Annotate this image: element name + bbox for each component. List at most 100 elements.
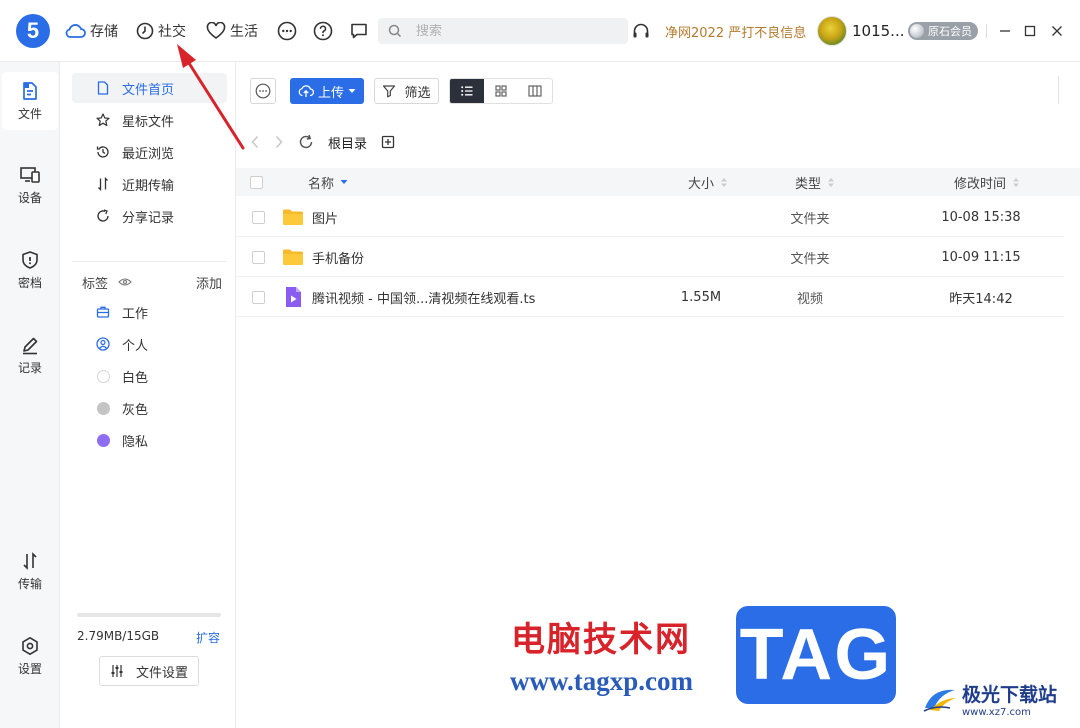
sidebar-item-recent[interactable]: 最近浏览 [72, 137, 227, 167]
maximize-button[interactable] [1018, 19, 1042, 43]
filter-label: 筛选 [404, 85, 431, 101]
tag-item-white[interactable]: 白色 [72, 361, 227, 391]
tag-item-private-label: 隐私 [122, 434, 149, 450]
rail-item-devices[interactable]: 设备 [0, 156, 60, 214]
file-name[interactable]: 图片 [312, 208, 338, 227]
sort-desc-icon [340, 180, 348, 184]
search-icon [388, 24, 402, 38]
header-name[interactable]: 名称 [308, 168, 348, 196]
search-input[interactable] [416, 23, 606, 39]
row-checkbox[interactable] [252, 210, 265, 224]
column-view-button[interactable] [518, 79, 552, 103]
tags-title: 标签 [82, 276, 109, 292]
search-box[interactable] [378, 18, 628, 44]
header-type[interactable]: 类型 [795, 168, 835, 196]
vip-badge[interactable]: 原石会员 [908, 22, 978, 40]
nav-social-label: 社交 [158, 24, 186, 40]
header-modified-label: 修改时间 [954, 176, 1007, 192]
upload-button[interactable]: 上传 [290, 78, 364, 104]
nav-life[interactable]: 生活 [206, 19, 258, 43]
username[interactable]: 1015... [852, 22, 904, 40]
vip-gem-icon [910, 24, 924, 38]
cloud-icon [65, 24, 86, 38]
tag-item-work-label: 工作 [122, 306, 149, 322]
storage-progress [77, 613, 221, 617]
file-type: 视频 [796, 291, 823, 307]
header-size[interactable]: 大小 [688, 168, 728, 196]
folder-icon [283, 209, 303, 225]
sort-icon [1013, 177, 1020, 187]
document-icon [97, 81, 109, 95]
upload-label: 上传 [317, 85, 344, 101]
sidebar-item-shares[interactable]: 分享记录 [72, 201, 227, 231]
forward-arrow-icon[interactable] [274, 135, 284, 149]
new-folder-icon[interactable] [381, 135, 395, 149]
sidebar-divider [72, 261, 227, 262]
refresh-icon[interactable] [298, 134, 314, 150]
tag-item-white-label: 白色 [122, 370, 149, 386]
table-row[interactable]: 图片 文件夹 10-08 15:38 [236, 197, 1064, 237]
gray-dot-icon [96, 401, 110, 415]
title-bar: 5 存储 社交 生活 净网2022 严打不良信息 1015... 原石会员 [0, 0, 1080, 62]
sidebar-item-home[interactable]: 文件首页 [72, 73, 227, 103]
rail-item-transfer[interactable]: 传输 [0, 542, 60, 600]
sliders-icon [111, 665, 123, 677]
file-name[interactable]: 腾讯视频 - 中国领...清视频在线观看.ts [312, 288, 535, 307]
avatar[interactable] [817, 16, 847, 46]
file-name[interactable]: 手机备份 [312, 248, 364, 267]
rail-item-transfer-label: 传输 [17, 576, 42, 591]
table-row[interactable]: 手机备份 文件夹 10-09 11:15 [236, 237, 1064, 277]
rail-item-vault[interactable]: 密档 [0, 241, 60, 299]
breadcrumb-root[interactable]: 根目录 [328, 133, 367, 152]
filter-button[interactable]: 筛选 [374, 78, 439, 104]
service-button[interactable] [629, 19, 653, 43]
tag-item-work[interactable]: 工作 [72, 297, 227, 327]
help-button[interactable] [311, 19, 335, 43]
file-settings-label: 文件设置 [135, 665, 188, 681]
folder-icon [283, 249, 303, 265]
more-dots-icon [255, 83, 271, 99]
tags-header: 标签 添加 [82, 272, 222, 292]
rail-item-settings[interactable]: 设置 [0, 627, 60, 685]
minimize-button[interactable] [993, 19, 1017, 43]
rail-item-files[interactable]: 文件 [2, 72, 58, 130]
clock-icon [136, 22, 154, 40]
file-icon [23, 81, 37, 100]
eye-icon[interactable] [118, 277, 132, 287]
rail-item-settings-label: 设置 [17, 661, 42, 676]
watermark-site-name: 电脑技术网 [511, 620, 691, 660]
list-view-button[interactable] [450, 79, 484, 103]
back-arrow-icon[interactable] [250, 135, 260, 149]
device-icon [20, 166, 40, 183]
grid-view-button[interactable] [484, 79, 518, 103]
more-actions-button[interactable] [250, 78, 276, 104]
add-tag-button[interactable]: 添加 [196, 273, 222, 292]
tag-item-gray[interactable]: 灰色 [72, 393, 227, 423]
caret-down-icon [348, 89, 356, 93]
nav-social[interactable]: 社交 [136, 19, 186, 43]
sidebar-item-transfers[interactable]: 近期传输 [72, 169, 227, 199]
more-button[interactable] [275, 19, 299, 43]
header-type-label: 类型 [795, 176, 822, 192]
notice-text[interactable]: 净网2022 严打不良信息 [665, 22, 806, 41]
expand-storage-link[interactable]: 扩容 [196, 629, 220, 646]
close-button[interactable] [1045, 19, 1069, 43]
app-logo: 5 [16, 14, 50, 48]
file-settings-button[interactable]: 文件设置 [99, 656, 199, 686]
row-checkbox[interactable] [252, 250, 265, 264]
sort-icon [721, 177, 728, 187]
person-icon [96, 337, 110, 351]
columns-icon [528, 85, 542, 97]
tag-item-private[interactable]: 隐私 [72, 425, 227, 455]
message-button[interactable] [347, 19, 371, 43]
sidebar-item-starred[interactable]: 星标文件 [72, 105, 227, 135]
upload-icon [298, 85, 314, 97]
select-all-checkbox[interactable] [250, 175, 263, 189]
tag-item-personal[interactable]: 个人 [72, 329, 227, 359]
row-checkbox[interactable] [252, 290, 265, 304]
rail-item-notes[interactable]: 记录 [0, 326, 60, 384]
chat-icon [351, 23, 367, 39]
nav-storage[interactable]: 存储 [64, 19, 118, 43]
header-modified[interactable]: 修改时间 [954, 168, 1020, 196]
table-row[interactable]: 腾讯视频 - 中国领...清视频在线观看.ts 1.55M 视频 昨天14:42 [236, 277, 1064, 317]
